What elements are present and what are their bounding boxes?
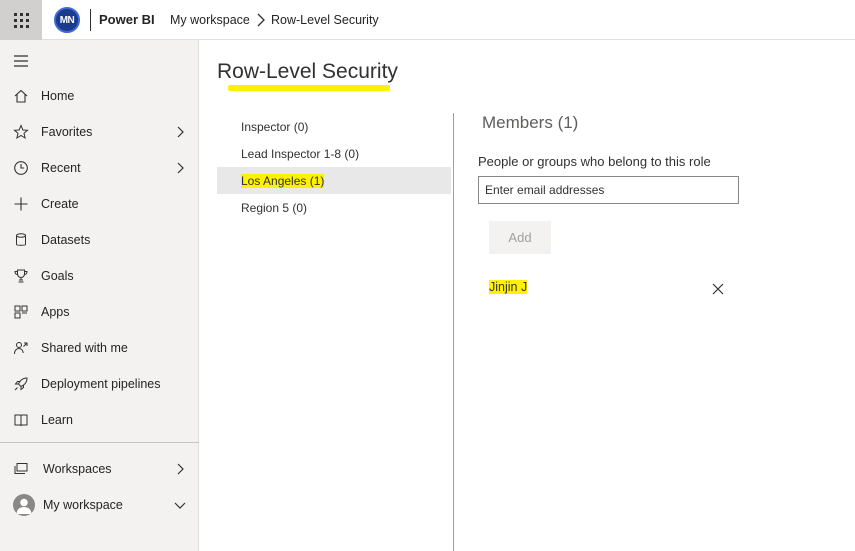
page-title: Row-Level Security — [217, 60, 398, 83]
waffle-icon[interactable] — [0, 0, 42, 40]
role-item-los-angeles[interactable]: Los Angeles (1) — [217, 167, 451, 194]
sidebar-item-create[interactable]: Create — [0, 186, 199, 222]
chevron-right-icon[interactable] — [174, 162, 186, 174]
member-name-text: Jinjin J — [489, 280, 528, 294]
top-bar: MN Power BI My workspace Row-Level Secur… — [0, 0, 855, 40]
role-label: Region 5 (0) — [241, 200, 308, 215]
sidebar-item-learn[interactable]: Learn — [0, 402, 199, 438]
roles-list: Inspector (0) Lead Inspector 1-8 (0) Los… — [217, 113, 451, 221]
header-divider — [90, 9, 91, 31]
breadcrumb-row-level-security: Row-Level Security — [271, 13, 379, 27]
member-name: Jinjin J — [489, 280, 528, 294]
sidebar-item-label: Datasets — [41, 233, 91, 247]
apps-icon — [14, 305, 28, 319]
breadcrumb-my-workspace[interactable]: My workspace — [170, 13, 250, 27]
sidebar-item-label: Deployment pipelines — [41, 377, 161, 391]
hamburger-icon[interactable] — [13, 55, 29, 67]
sidebar-item-favorites[interactable]: Favorites — [0, 114, 199, 150]
database-icon — [16, 233, 26, 246]
plus-icon — [14, 197, 28, 211]
members-help-text: People or groups who belong to this role — [478, 154, 711, 169]
clock-icon — [14, 161, 28, 175]
title-highlight — [228, 85, 390, 91]
sidebar-item-label: Workspaces — [43, 462, 112, 476]
sidebar-item-label: Shared with me — [41, 341, 128, 355]
account-avatar[interactable]: MN — [54, 7, 80, 33]
sidebar-item-label: Home — [41, 89, 75, 103]
members-title: Members (1) — [482, 113, 579, 132]
user-avatar — [13, 494, 35, 516]
role-label: Los Angeles (1) — [241, 173, 325, 188]
sidebar-item-apps[interactable]: Apps — [0, 294, 199, 330]
sidebar-item-datasets[interactable]: Datasets — [0, 222, 199, 258]
workspaces-icon — [14, 463, 28, 474]
add-button[interactable]: Add — [489, 221, 551, 254]
pane-divider — [453, 113, 454, 551]
trophy-icon — [14, 269, 28, 283]
chevron-right-icon[interactable] — [174, 126, 186, 138]
star-icon — [13, 124, 29, 140]
sidebar-item-label: My workspace — [43, 498, 123, 512]
sidebar-item-recent[interactable]: Recent — [0, 150, 199, 186]
role-item-region-5[interactable]: Region 5 (0) — [217, 194, 451, 221]
role-label: Inspector (0) — [241, 119, 309, 134]
shared-icon — [14, 342, 28, 355]
sidebar-item-home[interactable]: Home — [0, 78, 199, 114]
sidebar-item-label: Apps — [41, 305, 70, 319]
book-icon — [14, 414, 28, 427]
rocket-icon — [14, 377, 28, 391]
close-icon[interactable] — [712, 283, 724, 295]
sidebar-item-label: Favorites — [41, 125, 93, 139]
role-label: Lead Inspector 1-8 (0) — [241, 146, 360, 161]
sidebar-item-label: Create — [41, 197, 79, 211]
sidebar-item-my-workspace[interactable]: My workspace — [0, 487, 199, 523]
role-item-inspector[interactable]: Inspector (0) — [217, 113, 451, 140]
chevron-down-icon[interactable] — [174, 499, 186, 511]
sidebar-item-shared-with-me[interactable]: Shared with me — [0, 330, 199, 366]
home-icon — [14, 89, 28, 103]
chevron-right-icon[interactable] — [174, 463, 186, 475]
sidebar: Home Favorites Recent Create Datasets Go… — [0, 40, 199, 551]
sidebar-item-label: Learn — [41, 413, 73, 427]
sidebar-divider — [0, 442, 199, 443]
sidebar-item-goals[interactable]: Goals — [0, 258, 199, 294]
chevron-right-icon — [257, 13, 265, 27]
product-name[interactable]: Power BI — [99, 12, 155, 27]
sidebar-item-deployment-pipelines[interactable]: Deployment pipelines — [0, 366, 199, 402]
role-item-lead-inspector[interactable]: Lead Inspector 1-8 (0) — [217, 140, 451, 167]
sidebar-item-workspaces[interactable]: Workspaces — [0, 451, 199, 487]
sidebar-item-label: Recent — [41, 161, 81, 175]
sidebar-item-label: Goals — [41, 269, 74, 283]
email-input[interactable] — [478, 176, 739, 204]
